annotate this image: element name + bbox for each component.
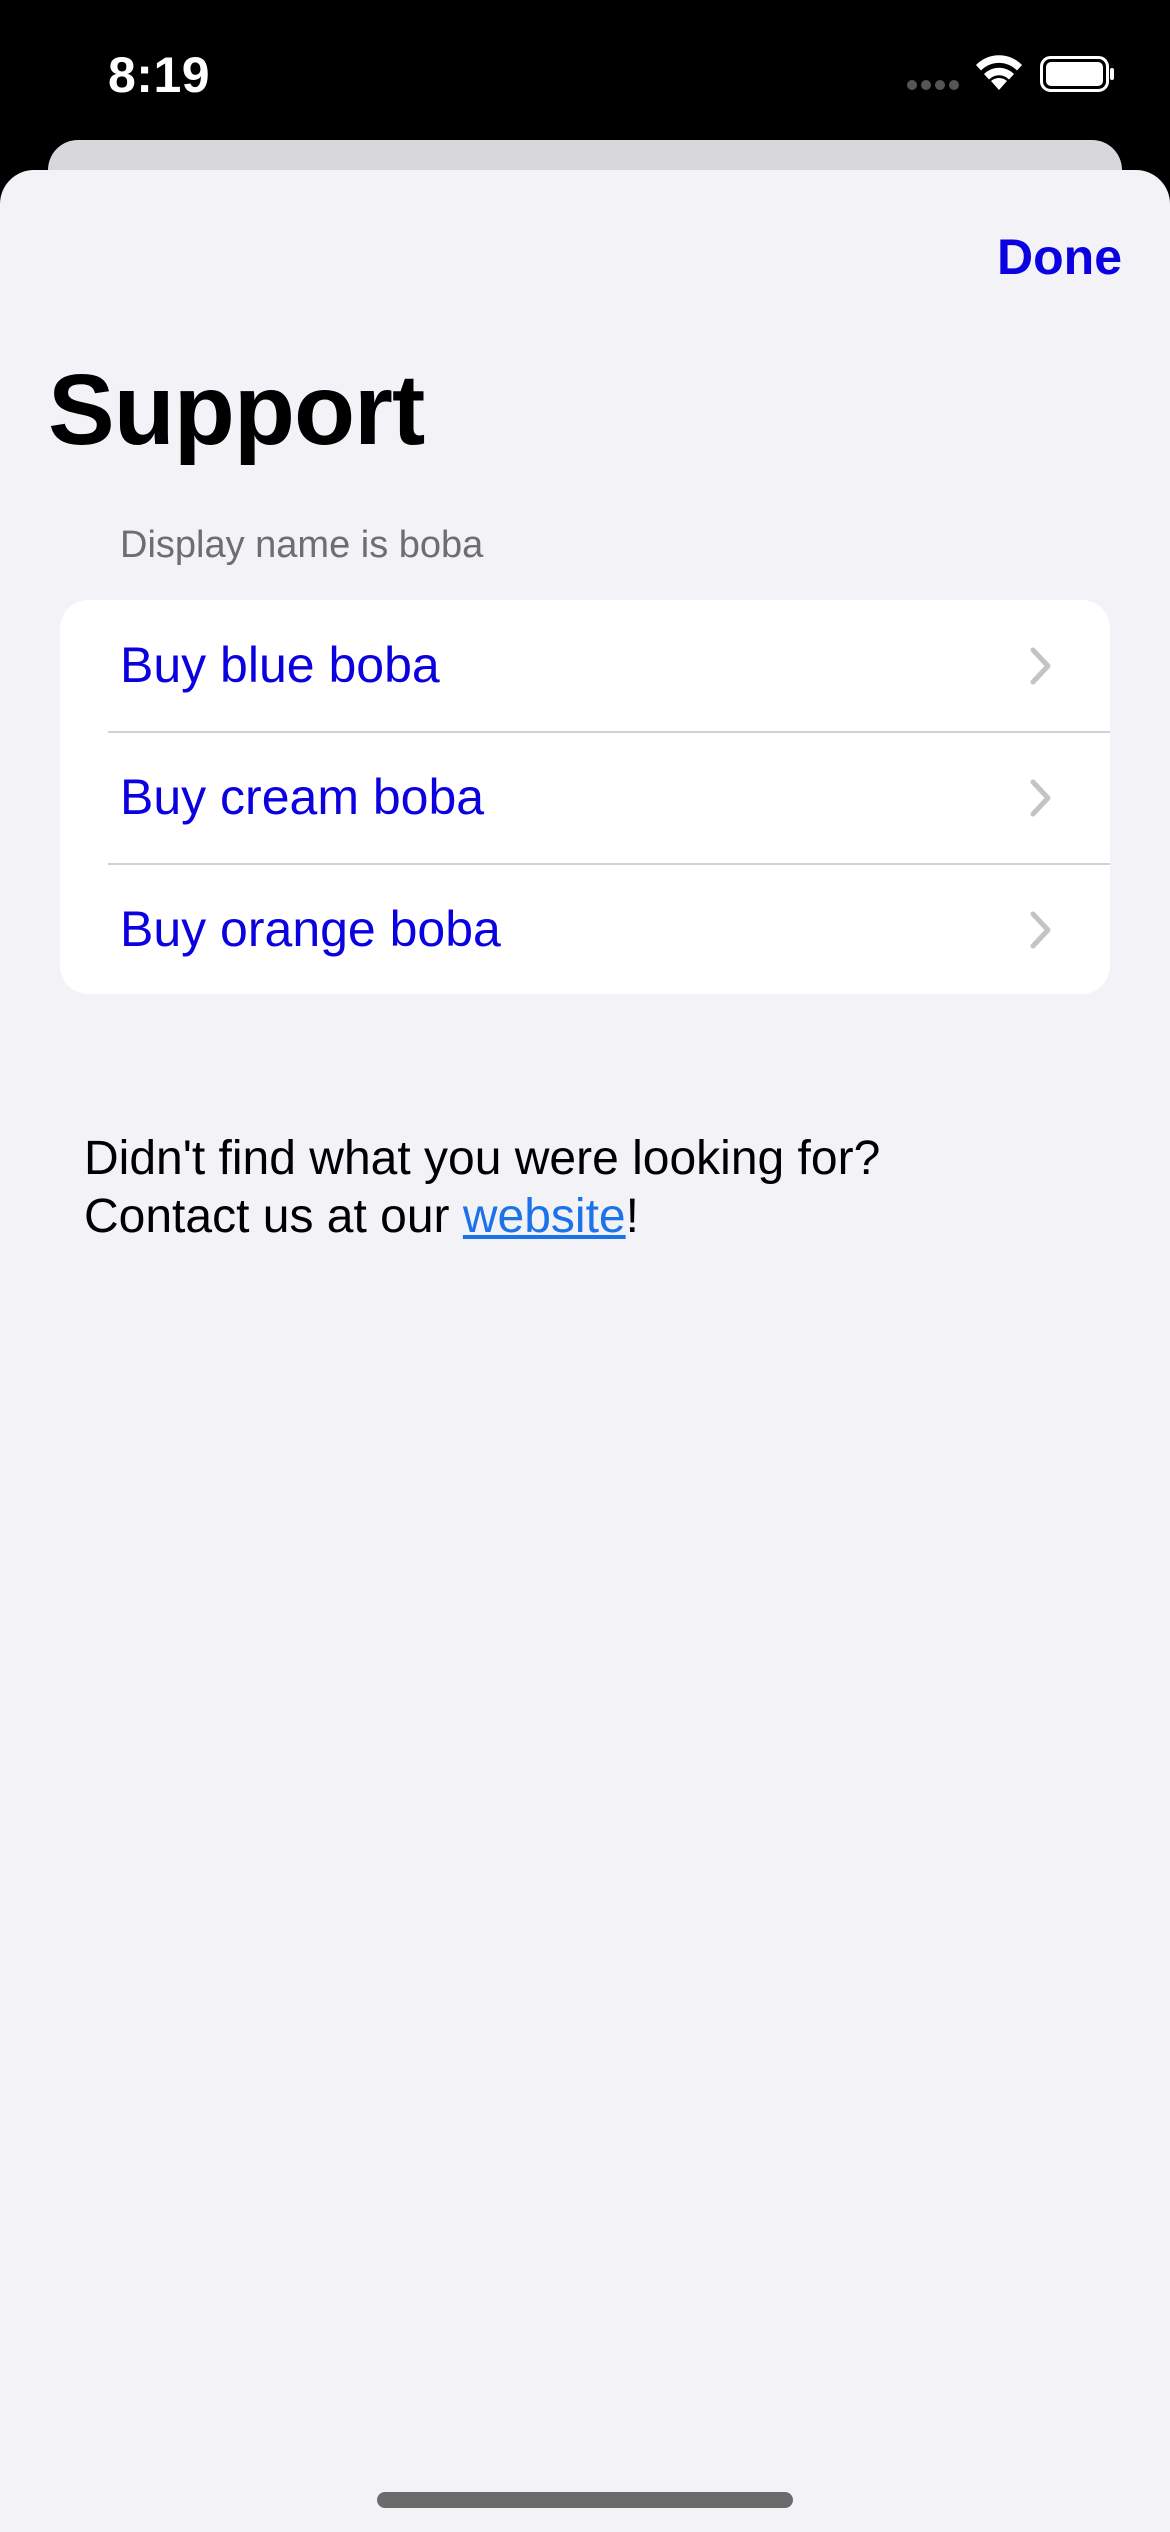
done-button[interactable]: Done — [997, 222, 1122, 292]
list-item-buy-blue-boba[interactable]: Buy blue boba — [60, 600, 1110, 731]
footer-text: Didn't find what you were looking for? C… — [84, 1130, 1084, 1246]
list-item-buy-cream-boba[interactable]: Buy cream boba — [60, 732, 1110, 863]
list-item-label: Buy cream boba — [120, 769, 485, 825]
status-bar: 8:19 — [0, 0, 1170, 140]
battery-icon — [1040, 56, 1114, 92]
page-title: Support — [48, 354, 425, 466]
list-item-label: Buy orange boba — [120, 901, 501, 957]
footer-line-2: Contact us at our website! — [84, 1188, 1084, 1246]
list-item-label: Buy blue boba — [120, 637, 440, 693]
support-sheet: Done Support Display name is boba Buy bl… — [0, 170, 1170, 2532]
purchase-list: Buy blue boba Buy cream boba Buy orange … — [60, 600, 1110, 994]
status-time: 8:19 — [108, 47, 211, 103]
cellular-signal-icon — [907, 80, 959, 90]
footer-prefix: Contact us at our — [84, 1190, 463, 1243]
chevron-right-icon — [1030, 647, 1051, 685]
home-indicator[interactable] — [377, 2492, 793, 2508]
chevron-right-icon — [1030, 779, 1051, 817]
list-item-buy-orange-boba[interactable]: Buy orange boba — [60, 864, 1110, 994]
wifi-icon — [976, 55, 1022, 90]
footer-suffix: ! — [625, 1190, 639, 1243]
footer-line-1: Didn't find what you were looking for? — [84, 1132, 881, 1185]
screen: 8:19 Done Support Display name is boba B… — [0, 0, 1170, 2532]
chevron-right-icon — [1030, 911, 1051, 949]
section-header: Display name is boba — [120, 524, 484, 566]
website-link[interactable]: website — [463, 1190, 626, 1243]
